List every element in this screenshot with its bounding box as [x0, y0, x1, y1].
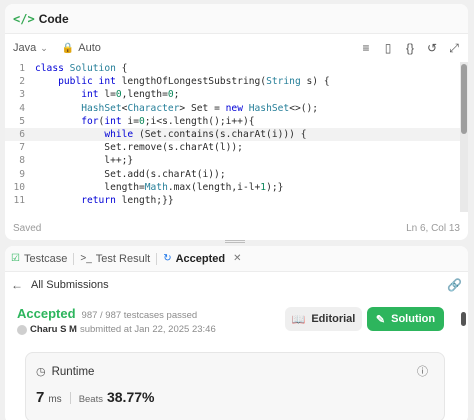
editor-scrollbar-thumb[interactable] — [461, 64, 467, 134]
language-label: Java — [13, 42, 37, 54]
code-text[interactable]: l++;} — [35, 154, 133, 167]
submitted-at: submitted at Jan 22, 2025 23:46 — [79, 324, 216, 335]
code-line[interactable]: 7 Set.remove(s.charAt(l)); — [5, 141, 468, 154]
all-submissions-link[interactable]: All Submissions — [31, 279, 109, 291]
code-panel-header: </> Code — [5, 4, 468, 34]
avatar[interactable] — [17, 324, 27, 335]
chevron-down-icon: ⌄ — [40, 42, 48, 53]
runtime-label: Runtime — [51, 365, 95, 378]
code-text[interactable]: while (Set.contains(s.charAt(i))) { — [35, 128, 306, 141]
code-text[interactable]: int l=0,length=0; — [35, 88, 179, 101]
line-number: 6 — [19, 128, 25, 140]
editor-tools: ≡ ▯ {} ↺ ⤢ — [360, 41, 460, 56]
code-line[interactable]: 3 int l=0,length=0; — [5, 88, 468, 101]
history-icon: ↻ — [163, 253, 172, 264]
code-icon: </> — [13, 11, 35, 26]
line-number: 2 — [19, 76, 25, 88]
line-number: 5 — [19, 115, 25, 127]
beats-percent: 38.77% — [106, 389, 155, 405]
panel-resize-handle[interactable] — [225, 240, 245, 243]
code-line[interactable]: 2 public int lengthOfLongestSubstring(St… — [5, 75, 468, 88]
testcases-passed: 987 / 987 testcases passed — [81, 310, 198, 321]
code-text[interactable]: Set.add(s.charAt(i)); — [35, 168, 225, 181]
solution-label: Solution — [391, 313, 436, 325]
beats-label: Beats — [78, 394, 103, 405]
code-line[interactable]: 5 for(int i=0;i<s.length();i++){ — [5, 115, 468, 128]
terminal-icon: >_ — [80, 253, 92, 264]
code-panel: </> Code Java ⌄ 🔒 Auto ≡ ▯ {} ↺ ⤢ 1 class… — [5, 4, 468, 240]
bookmark-icon[interactable]: ▯ — [382, 41, 394, 56]
line-number: 4 — [19, 102, 25, 114]
code-text[interactable]: return length;}} — [35, 194, 173, 207]
submitter-name[interactable]: Charu S M — [30, 324, 77, 335]
runtime-card[interactable]: ◷ Runtime ⓘ 7 ms Beats 38.77% — [25, 352, 445, 420]
result-tabs: ☑ Testcase >_ Test Result ↻ Accepted ✕ — [5, 246, 468, 272]
tab-accepted-label: Accepted — [175, 252, 226, 265]
tab-testcase-label: Testcase — [23, 252, 68, 265]
code-line[interactable]: 11 return length;}} — [5, 194, 468, 207]
submitter-info: Charu S M submitted at Jan 22, 2025 23:4… — [17, 324, 216, 335]
runtime-unit: ms — [48, 394, 62, 405]
editor-scrollbar[interactable] — [460, 62, 468, 212]
close-icon[interactable]: ✕ — [233, 253, 241, 264]
lock-icon: 🔒 — [61, 42, 75, 54]
result-scrollbar-thumb[interactable] — [461, 312, 466, 326]
save-status: Saved — [13, 222, 42, 234]
code-panel-title: Code — [38, 11, 69, 26]
tab-test-result[interactable]: >_ Test Result — [80, 253, 150, 265]
tab-accepted[interactable]: ↻ Accepted ✕ — [163, 253, 241, 265]
book-icon: 📖 — [291, 313, 306, 326]
line-number: 10 — [13, 181, 25, 193]
clock-icon: ◷ — [36, 366, 46, 378]
runtime-header: ◷ Runtime — [36, 365, 95, 379]
edit-icon: ✎ — [375, 313, 386, 326]
code-line[interactable]: 1 class Solution { — [5, 62, 468, 75]
line-number: 11 — [13, 194, 25, 206]
code-line[interactable]: 6 while (Set.contains(s.charAt(i))) { — [5, 127, 468, 142]
checkbox-icon: ☑ — [11, 253, 20, 264]
link-icon[interactable]: 🔗 — [447, 278, 462, 292]
accepted-status: Accepted — [17, 306, 76, 321]
code-text[interactable]: class Solution { — [35, 62, 127, 75]
solution-button[interactable]: ✎ Solution — [367, 307, 444, 331]
code-text[interactable]: public int lengthOfLongestSubstring(Stri… — [35, 75, 330, 88]
editorial-button[interactable]: 📖 Editorial — [285, 307, 362, 331]
tab-divider — [73, 252, 75, 265]
braces-icon[interactable]: {} — [404, 41, 416, 56]
code-line[interactable]: 4 HashSet<Character> Set = new HashSet<>… — [5, 102, 468, 115]
line-number: 7 — [19, 142, 25, 154]
code-line[interactable]: 8 l++;} — [5, 154, 468, 167]
code-text[interactable]: Set.remove(s.charAt(l)); — [35, 141, 243, 154]
code-line[interactable]: 10 length=Math.max(length,i-l+1);} — [5, 181, 468, 194]
mode-label[interactable]: Auto — [78, 42, 101, 54]
code-text[interactable]: for(int i=0;i<s.length();i++){ — [35, 115, 254, 128]
fullscreen-icon[interactable]: ⤢ — [448, 41, 460, 56]
info-icon[interactable]: ⓘ — [417, 363, 428, 379]
language-select[interactable]: Java ⌄ — [13, 42, 48, 54]
code-text[interactable]: HashSet<Character> Set = new HashSet<>()… — [35, 102, 318, 115]
code-text[interactable]: length=Math.max(length,i-l+1);} — [35, 181, 283, 194]
code-editor[interactable]: 1 class Solution {2 public int lengthOfLo… — [5, 62, 468, 212]
submission-subheader: ← All Submissions 🔗 — [5, 272, 468, 298]
runtime-stats: 7 ms Beats 38.77% — [36, 389, 154, 406]
line-number: 8 — [19, 155, 25, 167]
editorial-label: Editorial — [311, 313, 356, 325]
line-number: 3 — [19, 89, 25, 101]
tab-testcase[interactable]: ☑ Testcase — [11, 253, 67, 265]
format-icon[interactable]: ≡ — [360, 41, 372, 56]
result-panel: ☑ Testcase >_ Test Result ↻ Accepted ✕ ←… — [5, 246, 468, 420]
line-number: 9 — [19, 168, 25, 180]
editor-statusbar: Saved Ln 6, Col 13 — [5, 218, 468, 238]
cursor-position: Ln 6, Col 13 — [406, 222, 460, 234]
undo-icon[interactable]: ↺ — [426, 41, 438, 56]
line-number: 1 — [19, 63, 25, 74]
stat-divider — [69, 391, 71, 404]
editor-toolbar: Java ⌄ 🔒 Auto ≡ ▯ {} ↺ ⤢ — [5, 34, 468, 62]
tab-test-result-label: Test Result — [95, 252, 151, 265]
tab-divider — [156, 252, 158, 265]
code-line[interactable]: 9 Set.add(s.charAt(i)); — [5, 168, 468, 181]
runtime-value: 7 — [36, 389, 45, 406]
submission-status: Accepted 987 / 987 testcases passed — [17, 306, 197, 321]
arrow-left-icon[interactable]: ← — [11, 278, 23, 292]
